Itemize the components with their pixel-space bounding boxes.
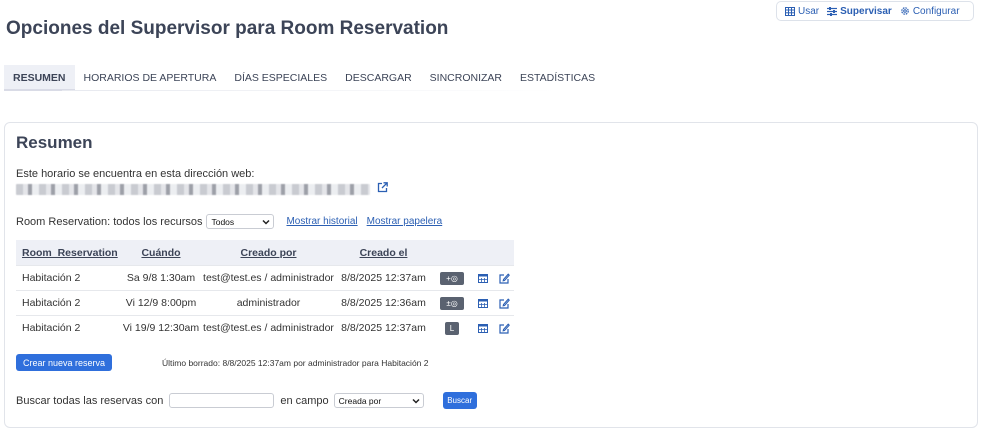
- tab-dias-especiales[interactable]: DÍAS ESPECIALES: [225, 65, 336, 91]
- calendar-icon[interactable]: [478, 323, 488, 333]
- resource-select-value: Todos: [211, 216, 235, 227]
- configure-link[interactable]: Configurar: [900, 6, 960, 17]
- search-field-value: Creada por: [338, 395, 382, 406]
- cell-created-by: test@test.es / administrador: [200, 315, 337, 340]
- tab-divider: [62, 90, 557, 91]
- table-row: Habitación 2 Vi 12/9 8:00pm administrado…: [16, 290, 514, 316]
- last-deleted-text: Último borrado: 8/8/2025 12:37am por adm…: [162, 358, 429, 368]
- table-row: Habitación 2 Vi 19/9 12:30am test@test.e…: [16, 315, 514, 340]
- supervise-label: Supervisar: [840, 5, 892, 17]
- cell-badge: L: [430, 315, 474, 340]
- cell-created-on: 8/8/2025 12:37am: [337, 315, 430, 340]
- column-header-created-by[interactable]: Creado por: [200, 240, 337, 266]
- cell-room: Habitación 2: [16, 265, 122, 291]
- search-label: Buscar todas las reservas con: [16, 394, 164, 407]
- summary-card: Resumen Este horario se encuentra en est…: [4, 122, 978, 428]
- column-header-badge: [430, 240, 474, 266]
- calendar-icon[interactable]: [478, 298, 488, 308]
- search-input[interactable]: [169, 393, 275, 408]
- status-badge: +◎: [440, 271, 464, 285]
- status-badge: ±◎: [440, 296, 464, 310]
- cell-created-on: 8/8/2025 12:36am: [337, 290, 430, 316]
- cell-when: Vi 12/9 8:00pm: [122, 290, 200, 316]
- column-header-when[interactable]: Cuándo: [122, 240, 200, 266]
- column-header-created-on[interactable]: Creado el: [337, 240, 430, 266]
- tab-resumen[interactable]: RESUMEN: [4, 65, 75, 91]
- blurred-url[interactable]: [16, 184, 370, 195]
- search-button[interactable]: Buscar: [442, 392, 477, 409]
- cell-when: Vi 19/9 12:30am: [122, 315, 200, 340]
- cell-actions: [474, 290, 514, 316]
- create-reservation-button[interactable]: Crear nueva reserva: [16, 354, 112, 371]
- edit-icon[interactable]: [499, 272, 510, 284]
- column-header-room[interactable]: Room_Reservation: [16, 240, 122, 266]
- cell-created-on: 8/8/2025 12:37am: [337, 265, 430, 291]
- chevron-down-icon: [412, 398, 420, 404]
- cell-created-by: administrador: [200, 290, 337, 316]
- cell-badge: +◎: [430, 265, 474, 291]
- reservations-table: Room_Reservation Cuándo Creado por Cread…: [16, 240, 514, 340]
- page-title: Opciones del Supervisor para Room Reserv…: [6, 18, 449, 39]
- cell-actions: [474, 315, 514, 340]
- cell-created-by: test@test.es / administrador: [200, 265, 337, 291]
- use-label: Usar: [798, 5, 820, 17]
- sliders-icon: [827, 6, 838, 16]
- search-field-label: en campo: [280, 394, 329, 407]
- tab-bar: RESUMEN HORARIOS DE APERTURA DÍAS ESPECI…: [4, 65, 604, 91]
- external-link-icon[interactable]: [377, 182, 388, 193]
- filter-label: Room Reservation: todos los recursos: [16, 215, 203, 228]
- table-icon: [785, 6, 795, 16]
- use-link[interactable]: Usar: [785, 6, 819, 17]
- tab-estadisticas[interactable]: ESTADÍSTICAS: [511, 65, 604, 91]
- show-trash-link[interactable]: Mostrar papelera: [367, 216, 443, 227]
- tab-descargar[interactable]: DESCARGAR: [336, 65, 421, 91]
- configure-label: Configurar: [912, 5, 960, 17]
- edit-icon[interactable]: [499, 322, 510, 334]
- gear-icon: [901, 7, 909, 15]
- top-navigation: Usar Supervisar Configurar: [776, 1, 974, 21]
- table-row: Habitación 2 Sa 9/8 1:30am test@test.es …: [16, 265, 514, 291]
- calendar-icon[interactable]: [478, 273, 488, 283]
- chevron-down-icon: [262, 219, 270, 225]
- cell-room: Habitación 2: [16, 290, 122, 316]
- edit-icon[interactable]: [499, 297, 510, 309]
- resource-select[interactable]: Todos: [206, 214, 275, 229]
- cell-badge: ±◎: [430, 290, 474, 316]
- cell-actions: [474, 265, 514, 291]
- cell-when: Sa 9/8 1:30am: [122, 265, 200, 291]
- summary-heading: Resumen: [16, 133, 93, 152]
- cell-room: Habitación 2: [16, 315, 122, 340]
- status-badge: L: [445, 321, 459, 335]
- search-row: Buscar todas las reservas con en campo C…: [16, 392, 477, 409]
- search-field-select[interactable]: Creada por: [333, 393, 424, 408]
- column-header-actions: [474, 240, 514, 266]
- filter-row: Room Reservation: todos los recursos Tod…: [16, 214, 442, 229]
- table-header-row: Room_Reservation Cuándo Creado por Cread…: [16, 240, 514, 266]
- tab-horarios-de-apertura[interactable]: HORARIOS DE APERTURA: [75, 65, 226, 91]
- tab-sincronizar[interactable]: SINCRONIZAR: [421, 65, 511, 91]
- supervise-link[interactable]: Supervisar: [827, 6, 892, 17]
- show-history-link[interactable]: Mostrar historial: [286, 216, 357, 227]
- url-intro: Este horario se encuentra en esta direcc…: [16, 168, 255, 180]
